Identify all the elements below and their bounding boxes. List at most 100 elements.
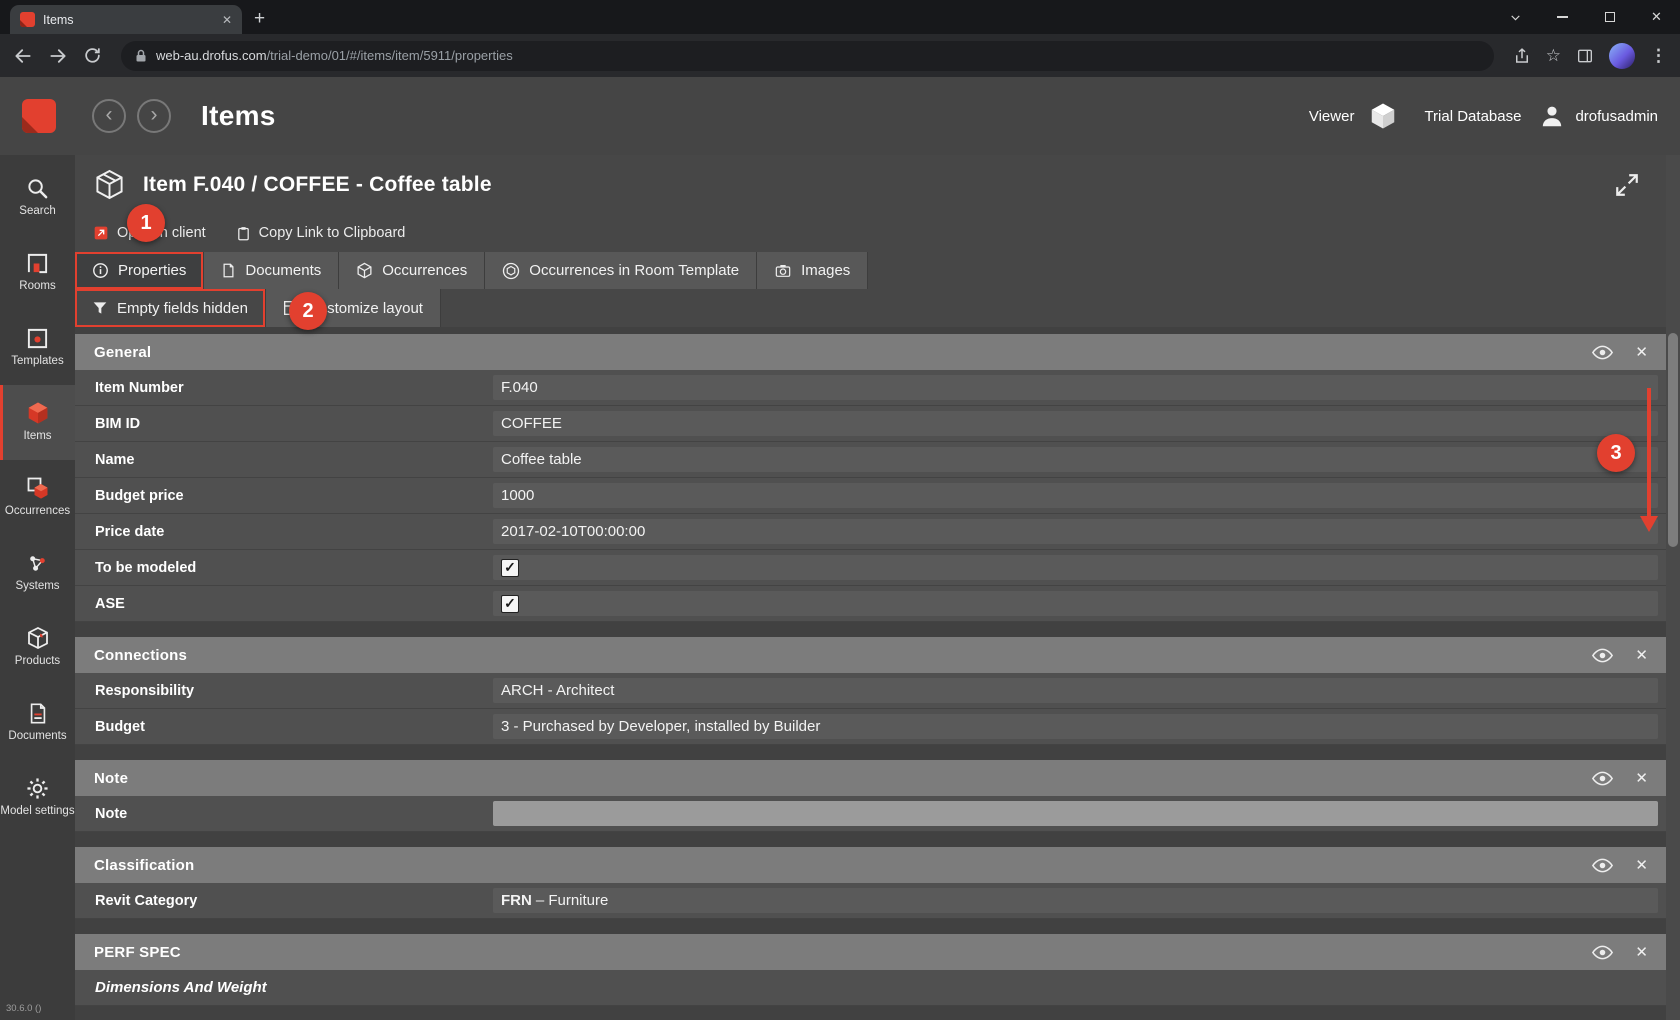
sidebar-item-items[interactable]: Items xyxy=(0,385,75,460)
app-header: ‹ › Items Viewer Trial Database drofusad… xyxy=(0,77,1680,155)
app-forward-button[interactable]: › xyxy=(137,99,171,133)
share-icon[interactable] xyxy=(1513,47,1531,65)
main-content: Item F.040 / COFFEE - Coffee table Open … xyxy=(75,155,1666,1020)
eye-icon[interactable] xyxy=(1592,858,1613,873)
info-icon xyxy=(92,262,109,279)
browser-tab-title: Items xyxy=(43,13,214,27)
property-label: Note xyxy=(75,806,493,822)
side-panel-icon[interactable] xyxy=(1576,48,1594,64)
tab-label: Images xyxy=(801,262,850,279)
url-domain: web-au.drofus.com xyxy=(156,48,267,63)
copy-link-button[interactable]: Copy Link to Clipboard xyxy=(236,225,406,242)
section-title: Connections xyxy=(94,647,187,664)
role-label: Viewer xyxy=(1309,108,1355,125)
sidebar-item-label: Systems xyxy=(15,580,59,593)
section-close-icon[interactable]: ✕ xyxy=(1635,769,1648,787)
item-title-bar: Item F.040 / COFFEE - Coffee table xyxy=(75,155,1666,214)
property-row: Budget3 - Purchased by Developer, instal… xyxy=(75,709,1666,745)
sidebar-item-products[interactable]: Products xyxy=(0,610,75,685)
profile-avatar[interactable] xyxy=(1609,43,1635,69)
systems-icon xyxy=(26,552,49,575)
note-input[interactable] xyxy=(493,801,1658,826)
tab-occurrences[interactable]: Occurrences xyxy=(339,252,485,289)
tab-close-icon[interactable]: ✕ xyxy=(222,13,232,27)
property-value: 1000 xyxy=(493,483,1658,508)
property-label: ASE xyxy=(75,596,493,612)
browser-menu-icon[interactable]: ⋮ xyxy=(1650,46,1667,66)
quick-toolbar: Open in client Copy Link to Clipboard xyxy=(75,214,1666,252)
section-close-icon[interactable]: ✕ xyxy=(1635,646,1648,664)
tab-properties[interactable]: Properties xyxy=(75,252,204,289)
reload-icon[interactable] xyxy=(83,46,102,65)
checkbox[interactable]: ✓ xyxy=(501,595,519,613)
database-label[interactable]: Trial Database xyxy=(1424,108,1521,125)
tab-label: Documents xyxy=(245,262,321,279)
property-row: To be modeled✓ xyxy=(75,550,1666,586)
window-maximize-button[interactable] xyxy=(1586,0,1633,34)
property-row: BIM IDCOFFEE xyxy=(75,406,1666,442)
window-minimize-button[interactable] xyxy=(1539,0,1586,34)
screen: Items ✕ + ✕ web-au.drofus.com/trial-demo… xyxy=(0,0,1680,1020)
forward-icon[interactable] xyxy=(48,46,68,66)
window-close-button[interactable]: ✕ xyxy=(1633,0,1680,34)
eye-icon[interactable] xyxy=(1592,648,1613,663)
property-value: COFFEE xyxy=(493,411,1658,436)
address-bar[interactable]: web-au.drofus.com/trial-demo/01/#/items/… xyxy=(121,41,1494,71)
sidebar-item-model-settings[interactable]: Model settings xyxy=(0,760,75,835)
section-close-icon[interactable]: ✕ xyxy=(1635,343,1648,361)
section-header: General ✕ xyxy=(75,334,1666,370)
username-label[interactable]: drofusadmin xyxy=(1575,108,1658,125)
property-value: F.040 xyxy=(493,375,1658,400)
sidebar-item-systems[interactable]: Systems xyxy=(0,535,75,610)
version-label: 30.6.0 () xyxy=(0,1003,75,1020)
bookmark-star-icon[interactable]: ☆ xyxy=(1546,46,1561,66)
occurrences-icon xyxy=(26,476,50,500)
user-icon[interactable] xyxy=(1539,103,1565,129)
url-path: /trial-demo/01/#/items/item/5911/propert… xyxy=(267,48,513,63)
products-icon xyxy=(26,626,50,650)
eye-icon[interactable] xyxy=(1592,771,1613,786)
sidebar-item-rooms[interactable]: Rooms xyxy=(0,235,75,310)
sidebar-item-label: Occurrences xyxy=(5,505,70,518)
section-title: General xyxy=(94,344,151,361)
section-close-icon[interactable]: ✕ xyxy=(1635,856,1648,874)
tab-documents[interactable]: Documents xyxy=(204,252,339,289)
app-back-button[interactable]: ‹ xyxy=(92,99,126,133)
property-row: Budget price1000 xyxy=(75,478,1666,514)
browser-tab[interactable]: Items ✕ xyxy=(10,5,242,34)
checkbox[interactable]: ✓ xyxy=(501,559,519,577)
clipboard-icon xyxy=(236,225,251,242)
expand-icon[interactable] xyxy=(1614,172,1640,198)
sidebar-item-templates[interactable]: Templates xyxy=(0,310,75,385)
viewer-cube-icon[interactable] xyxy=(1368,101,1398,131)
scrollbar-thumb[interactable] xyxy=(1668,333,1678,547)
property-value: 2017-02-10T00:00:00 xyxy=(493,519,1658,544)
back-icon[interactable] xyxy=(13,46,33,66)
new-tab-button[interactable]: + xyxy=(254,8,265,30)
tab-occurrences-room-template[interactable]: Occurrences in Room Template xyxy=(485,252,757,289)
sidebar-item-occurrences[interactable]: Occurrences xyxy=(0,460,75,535)
property-label: Item Number xyxy=(75,380,493,396)
model-settings-icon xyxy=(26,777,49,800)
tab-images[interactable]: Images xyxy=(757,252,868,289)
annotation-step-3: 3 xyxy=(1597,434,1635,472)
empty-fields-hidden-button[interactable]: Empty fields hidden xyxy=(75,289,266,327)
history-buttons: ‹ › xyxy=(92,99,171,133)
property-row: Note xyxy=(75,796,1666,832)
section-header-icons: ✕ xyxy=(1592,646,1648,664)
eye-icon[interactable] xyxy=(1592,345,1613,360)
property-value-text: ARCH - Architect xyxy=(501,682,614,699)
section-close-icon[interactable]: ✕ xyxy=(1635,943,1648,961)
property-row: Item NumberF.040 xyxy=(75,370,1666,406)
property-label: Revit Category xyxy=(75,893,493,909)
sidebar-item-search[interactable]: Search xyxy=(0,160,75,235)
cube-icon xyxy=(356,262,373,279)
annotation-arrow xyxy=(1640,388,1658,534)
scrollbar[interactable] xyxy=(1666,155,1680,1020)
sidebar-item-label: Search xyxy=(19,205,55,218)
sidebar-item-documents[interactable]: Documents xyxy=(0,685,75,760)
eye-icon[interactable] xyxy=(1592,945,1613,960)
window-menu-chevron-icon[interactable] xyxy=(1492,0,1539,34)
section-header-icons: ✕ xyxy=(1592,856,1648,874)
section-header: Note✕ xyxy=(75,760,1666,796)
